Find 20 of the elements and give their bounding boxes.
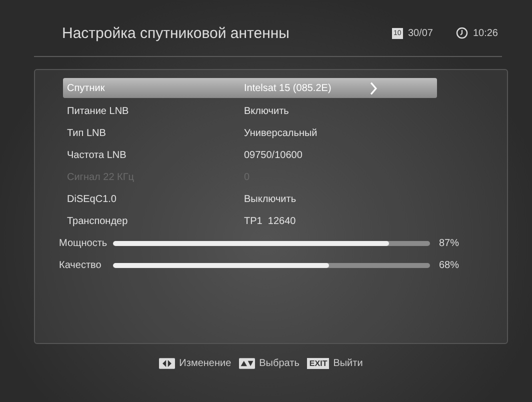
hint-text: Выйти	[333, 358, 363, 369]
settings-row[interactable]: Питание LNB Включить	[63, 100, 437, 122]
date-text: 30/07	[408, 28, 433, 38]
left-right-key-icon	[159, 358, 176, 369]
up-down-key-icon	[239, 358, 256, 369]
meter-reading: 87%	[439, 238, 460, 248]
hint-text: Изменение	[179, 358, 232, 369]
settings-row[interactable]: Частота LNB 09750/10600	[63, 144, 437, 166]
meter-reading: 68%	[439, 260, 460, 270]
settings-row[interactable]: Транспондер TP1 12640	[63, 210, 437, 232]
settings-row[interactable]: DiSEqC1.0 Выключить	[63, 188, 437, 210]
meter-label: Мощность	[59, 238, 108, 248]
screen-title: Настройка спутниковой антенны	[62, 24, 290, 42]
time-text: 10:26	[472, 28, 498, 38]
meter-label: Качество	[59, 260, 102, 270]
settings-row[interactable]: Тип LNB Универсальный	[63, 122, 437, 144]
key-label: EXIT	[307, 358, 330, 369]
hint-text: Выбрать	[259, 358, 300, 369]
clock-icon	[456, 27, 468, 39]
chevron-right-icon	[369, 82, 378, 94]
